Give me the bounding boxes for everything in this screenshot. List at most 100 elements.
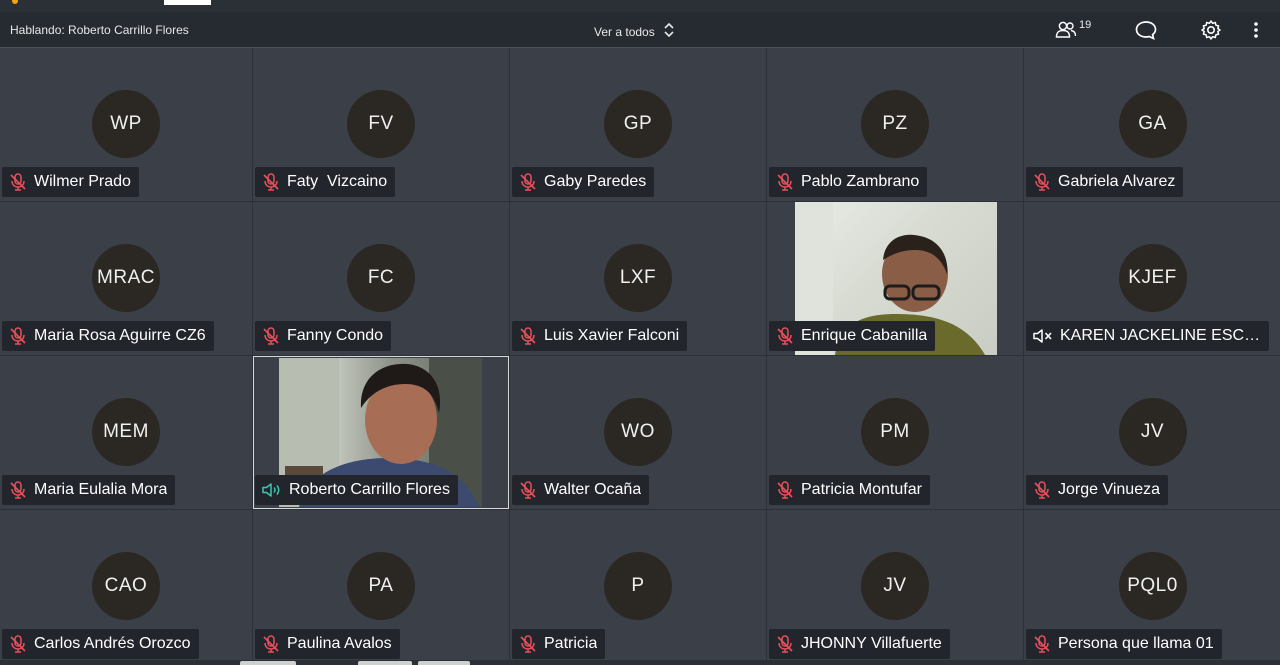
settings-icon xyxy=(1200,19,1222,41)
speaker-off-icon xyxy=(1032,327,1054,345)
participant-name: Persona que llama 01 xyxy=(1058,635,1214,652)
participant-tile[interactable]: GP Gaby Paredes xyxy=(510,48,766,201)
participant-grid: WP Wilmer Prado FV Faty Vizcaino GP Gaby… xyxy=(0,48,1280,663)
participant-name: Carlos Andrés Orozco xyxy=(34,635,191,652)
participant-name: Pablo Zambrano xyxy=(801,173,920,190)
participant-name: Jorge Vinueza xyxy=(1058,481,1160,498)
avatar: PZ xyxy=(861,90,929,158)
nameplate: Pablo Zambrano xyxy=(769,167,928,197)
participant-name: Faty Vizcaino xyxy=(287,173,388,190)
nameplate: Faty Vizcaino xyxy=(255,167,396,197)
participant-tile[interactable]: WO Walter Ocaña xyxy=(510,356,766,509)
mic-muted-icon xyxy=(8,634,28,654)
participant-name: Wilmer Prado xyxy=(34,173,131,190)
app-logo-fragment xyxy=(12,0,18,4)
participant-tile[interactable]: P Patricia xyxy=(510,510,766,663)
mic-muted-icon xyxy=(1032,634,1052,654)
participant-name: Walter Ocaña xyxy=(544,481,642,498)
nameplate: Walter Ocaña xyxy=(512,475,650,505)
settings-button[interactable] xyxy=(1200,18,1222,42)
avatar: LXF xyxy=(604,244,672,312)
view-all-label: Ver a todos xyxy=(594,24,655,39)
participant-tile[interactable]: JV JHONNY Villafuerte xyxy=(767,510,1023,663)
participant-name: Paulina Avalos xyxy=(287,635,392,652)
mic-muted-icon xyxy=(518,326,538,346)
chat-button[interactable] xyxy=(1134,18,1158,42)
participant-tile-video-active-speaker[interactable]: Roberto Carrillo Flores xyxy=(253,356,509,509)
nameplate: Luis Xavier Falconi xyxy=(512,321,688,351)
nameplate: Roberto Carrillo Flores xyxy=(255,475,458,505)
participant-name: JHONNY Villafuerte xyxy=(801,635,942,652)
mic-muted-icon xyxy=(261,172,281,192)
nameplate: Patricia xyxy=(512,629,606,659)
mic-muted-icon xyxy=(518,634,538,654)
participant-tile[interactable]: FC Fanny Condo xyxy=(253,202,509,355)
participant-tile[interactable]: GA Gabriela Alvarez xyxy=(1024,48,1280,201)
participant-tile[interactable]: MRAC Maria Rosa Aguirre CZ6 xyxy=(0,202,252,355)
nameplate: Patricia Montufar xyxy=(769,475,930,505)
nameplate: Carlos Andrés Orozco xyxy=(2,629,199,659)
avatar: MEM xyxy=(92,398,160,466)
mic-muted-icon xyxy=(775,480,795,500)
participant-name: Patricia Montufar xyxy=(801,481,922,498)
nameplate: Maria Rosa Aguirre CZ6 xyxy=(2,321,214,351)
avatar: JV xyxy=(1118,398,1187,466)
nameplate: Wilmer Prado xyxy=(2,167,139,197)
participant-tile[interactable]: KJEF KAREN JACKELINE ESCOBAR xyxy=(1024,202,1280,355)
participant-tile[interactable]: PQL0 Persona que llama 01 xyxy=(1024,510,1280,663)
bottom-tab-fragment[interactable] xyxy=(418,661,470,665)
mic-muted-icon xyxy=(775,172,795,192)
participant-name: Luis Xavier Falconi xyxy=(544,327,680,344)
participant-name: KAREN JACKELINE ESCOBAR xyxy=(1060,327,1261,344)
view-all-selector[interactable]: Ver a todos xyxy=(594,21,675,42)
participant-tile[interactable]: FV Faty Vizcaino xyxy=(253,48,509,201)
avatar: GP xyxy=(604,90,672,158)
avatar: FV xyxy=(347,90,415,158)
participants-button[interactable]: 19 xyxy=(1055,18,1091,42)
avatar: MRAC xyxy=(92,244,160,312)
participant-tile[interactable]: WP Wilmer Prado xyxy=(0,48,252,201)
mic-muted-icon xyxy=(8,326,28,346)
nameplate: Gaby Paredes xyxy=(512,167,655,197)
participant-name: Gaby Paredes xyxy=(544,173,647,190)
nameplate: Gabriela Alvarez xyxy=(1026,167,1184,197)
nameplate: KAREN JACKELINE ESCOBAR xyxy=(1026,321,1269,351)
mic-muted-icon xyxy=(518,480,538,500)
meeting-header: Hablando: Roberto Carrillo Flores Ver a … xyxy=(0,12,1280,48)
participant-tile[interactable]: PA Paulina Avalos xyxy=(253,510,509,663)
avatar: PA xyxy=(347,552,415,620)
mic-muted-icon xyxy=(261,634,281,654)
mic-muted-icon xyxy=(775,634,795,654)
participant-name: Gabriela Alvarez xyxy=(1058,173,1176,190)
participant-tile[interactable]: LXF Luis Xavier Falconi xyxy=(510,202,766,355)
bottom-tab-fragment[interactable] xyxy=(358,661,412,665)
avatar: WO xyxy=(604,398,672,466)
window-top-strip xyxy=(0,0,1280,12)
participant-tile[interactable]: CAO Carlos Andrés Orozco xyxy=(0,510,252,663)
mic-muted-icon xyxy=(775,326,795,346)
participant-tile-video[interactable]: Enrique Cabanilla xyxy=(767,202,1023,355)
avatar: P xyxy=(604,552,672,620)
more-button[interactable] xyxy=(1250,18,1262,42)
participant-name: Patricia xyxy=(544,635,598,652)
participant-tile[interactable]: JV Jorge Vinueza xyxy=(1024,356,1280,509)
mic-muted-icon xyxy=(1032,172,1052,192)
participant-name: Maria Eulalia Mora xyxy=(34,481,168,498)
browser-tab-fragment[interactable] xyxy=(164,0,211,5)
participant-name: Maria Rosa Aguirre CZ6 xyxy=(34,327,206,344)
mic-muted-icon xyxy=(518,172,538,192)
participants-icon xyxy=(1055,21,1077,39)
participant-tile[interactable]: PZ Pablo Zambrano xyxy=(767,48,1023,201)
avatar: KJEF xyxy=(1118,244,1187,312)
nameplate: Maria Eulalia Mora xyxy=(2,475,176,505)
avatar: CAO xyxy=(92,552,160,620)
participant-tile[interactable]: PM Patricia Montufar xyxy=(767,356,1023,509)
mic-muted-icon xyxy=(8,480,28,500)
participant-count: 19 xyxy=(1079,19,1092,31)
bottom-tab-fragment[interactable] xyxy=(240,661,296,665)
participant-name: Enrique Cabanilla xyxy=(801,327,928,344)
participant-name: Fanny Condo xyxy=(287,327,384,344)
participant-tile[interactable]: MEM Maria Eulalia Mora xyxy=(0,356,252,509)
nameplate: Paulina Avalos xyxy=(255,629,400,659)
speaker-active-icon xyxy=(261,481,283,499)
